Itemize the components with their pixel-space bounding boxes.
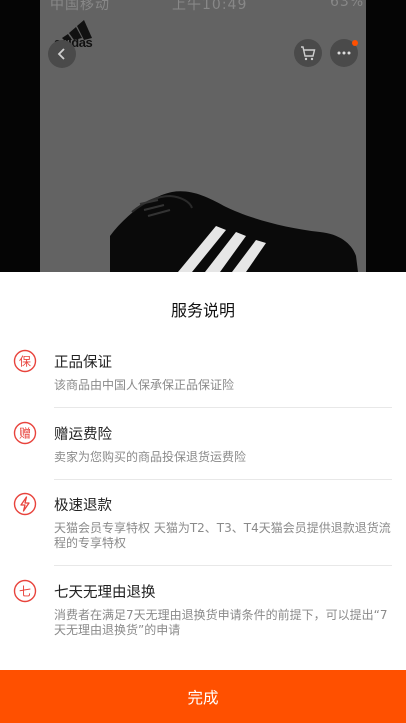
shield-bao-icon: 保: [13, 349, 37, 373]
service-sheet: 服务说明 保 正品保证 该商品由中国人保承保正品保证险 赠 赠运费险 卖家为您购…: [0, 272, 406, 723]
service-item-desc: 天猫会员专享特权 天猫为T2、T3、T4天猫会员提供退款退货流程的专享特权: [54, 521, 391, 550]
carrier-text: 中国移动: [50, 0, 110, 13]
gift-zeng-icon: 赠: [13, 421, 37, 445]
clock-text: 上午10:49: [172, 0, 248, 13]
notification-dot: [352, 40, 358, 46]
back-button[interactable]: [48, 40, 76, 68]
service-item-desc: 消费者在满足7天无理由退换货申请条件的前提下，可以提出“7天无理由退换货”的申请: [54, 608, 388, 637]
battery-text: 63%: [330, 0, 365, 10]
seven-day-icon: 七: [13, 579, 37, 603]
shopping-cart-icon: [301, 46, 316, 61]
chevron-left-icon: [57, 48, 65, 60]
service-item-title: 极速退款: [54, 498, 112, 514]
service-item-desc: 该商品由中国人保承保正品保证险: [54, 378, 235, 392]
lightning-icon: [13, 492, 37, 516]
qi-icon-glyph: 七: [19, 585, 31, 599]
service-item-title: 七天无理由退换: [54, 585, 156, 601]
divider: [54, 407, 392, 408]
bao-icon-glyph: 保: [19, 355, 31, 369]
divider: [54, 479, 392, 480]
cart-button[interactable]: [294, 39, 322, 67]
product-page-overlay[interactable]: 中国移动 上午10:49 63% adidas: [0, 0, 406, 272]
service-item-desc: 卖家为您购买的商品投保退货运费险: [54, 450, 247, 464]
divider: [54, 565, 392, 566]
service-item-title: 正品保证: [54, 355, 112, 371]
more-dots-icon: [337, 51, 351, 55]
sheet-title: 服务说明: [170, 301, 235, 320]
more-button[interactable]: [330, 39, 358, 67]
zeng-icon-glyph: 赠: [19, 427, 31, 441]
service-item-title: 赠运费险: [54, 427, 112, 443]
done-button[interactable]: 完成: [0, 670, 406, 723]
